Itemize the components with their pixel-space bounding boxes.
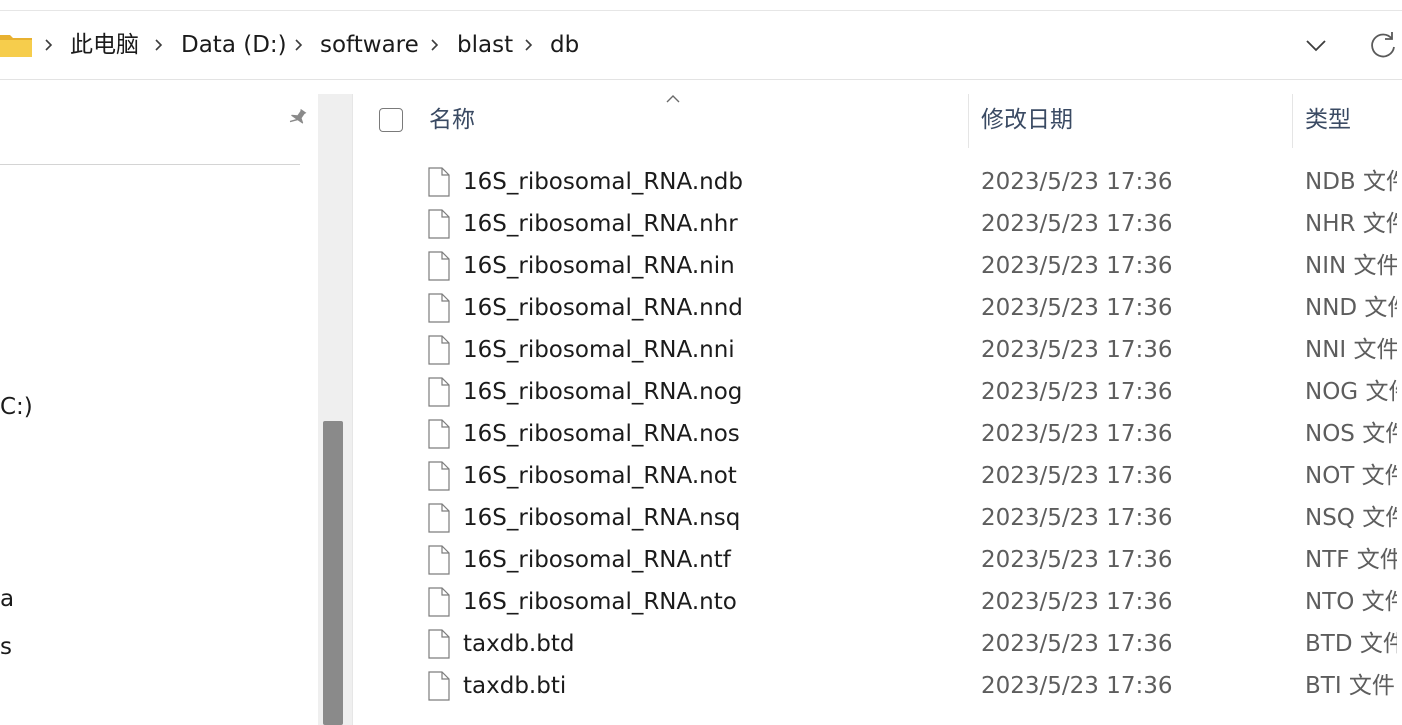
file-icon <box>428 671 450 701</box>
file-modified-date: 2023/5/23 17:36 <box>981 379 1173 405</box>
file-name[interactable]: 16S_ribosomal_RNA.nhr <box>463 208 738 240</box>
refresh-icon[interactable] <box>1363 25 1402 65</box>
file-row[interactable]: taxdb.bti 2023/5/23 17:36 BTI 文件 <box>353 665 1402 707</box>
file-name[interactable]: taxdb.bti <box>463 670 566 702</box>
file-name[interactable]: 16S_ribosomal_RNA.nog <box>463 376 742 408</box>
file-row[interactable]: 16S_ribosomal_RNA.nos 2023/5/23 17:36 NOS … <box>353 413 1402 455</box>
file-name[interactable]: 16S_ribosomal_RNA.nsq <box>463 502 740 534</box>
chevron-right-icon[interactable] <box>292 30 306 60</box>
file-type: BTD 文件 <box>1305 631 1402 657</box>
file-row[interactable]: 16S_ribosomal_RNA.ndb 2023/5/23 17:36 NDB … <box>353 161 1402 203</box>
column-header-name[interactable]: 名称 <box>429 104 475 136</box>
file-row[interactable]: 16S_ribosomal_RNA.nhr 2023/5/23 17:36 NHR … <box>353 203 1402 245</box>
file-type: NND 文件 <box>1305 295 1402 321</box>
file-name[interactable]: 16S_ribosomal_RNA.nos <box>463 418 740 450</box>
file-icon <box>428 335 450 365</box>
file-modified-date: 2023/5/23 17:36 <box>981 169 1173 195</box>
file-icon <box>428 167 450 197</box>
file-icon <box>428 419 450 449</box>
file-modified-date: 2023/5/23 17:36 <box>981 505 1173 531</box>
breadcrumb-data-drive[interactable]: Data (D:) <box>181 30 287 60</box>
select-all-checkbox[interactable] <box>379 108 403 132</box>
chevron-right-icon[interactable] <box>42 30 56 60</box>
file-icon <box>428 587 450 617</box>
file-type: NTO 文件 <box>1305 589 1402 615</box>
file-type: NTF 文件 <box>1305 547 1402 573</box>
nav-scrollbar-thumb[interactable] <box>323 421 343 725</box>
column-header: 名称 修改日期 类型 <box>353 94 1402 148</box>
chevron-right-icon[interactable] <box>522 30 536 60</box>
file-row[interactable]: 16S_ribosomal_RNA.nsq 2023/5/23 17:36 NSQ … <box>353 497 1402 539</box>
column-separator[interactable] <box>968 94 969 148</box>
breadcrumb-db[interactable]: db <box>550 30 579 60</box>
window-top-edge <box>0 0 1402 11</box>
breadcrumb-blast[interactable]: blast <box>457 30 513 60</box>
file-type: NSQ 文件 <box>1305 505 1402 531</box>
file-name[interactable]: 16S_ribosomal_RNA.nni <box>463 334 735 366</box>
address-bar[interactable]: 此电脑 Data (D:) software blast db <box>0 11 1402 80</box>
file-icon <box>428 545 450 575</box>
file-type: NNI 文件 <box>1305 337 1400 363</box>
file-modified-date: 2023/5/23 17:36 <box>981 253 1173 279</box>
file-row[interactable]: 16S_ribosomal_RNA.nni 2023/5/23 17:36 NNI … <box>353 329 1402 371</box>
file-type: NOT 文件 <box>1305 463 1402 489</box>
breadcrumb-software[interactable]: software <box>320 30 419 60</box>
file-icon <box>428 629 450 659</box>
chevron-down-icon[interactable] <box>1296 25 1336 65</box>
nav-divider <box>0 164 300 165</box>
file-modified-date: 2023/5/23 17:36 <box>981 295 1173 321</box>
file-icon <box>428 209 450 239</box>
sort-caret-icon <box>666 95 680 103</box>
file-name[interactable]: taxdb.btd <box>463 628 574 660</box>
file-modified-date: 2023/5/23 17:36 <box>981 337 1173 363</box>
file-icon <box>428 377 450 407</box>
file-row[interactable]: 16S_ribosomal_RNA.ntf 2023/5/23 17:36 NTF … <box>353 539 1402 581</box>
file-type: BTI 文件 <box>1305 673 1395 699</box>
pin-icon[interactable] <box>286 106 310 130</box>
navigation-pane: C:) a s <box>0 94 318 725</box>
window-right-edge <box>1397 94 1402 725</box>
nav-item-drive-c[interactable]: C:) <box>0 392 33 422</box>
file-type: NOG 文件 <box>1305 379 1402 405</box>
column-header-type[interactable]: 类型 <box>1305 104 1351 136</box>
file-name[interactable]: 16S_ribosomal_RNA.ntf <box>463 544 731 576</box>
chevron-right-icon[interactable] <box>428 30 442 60</box>
file-name[interactable]: 16S_ribosomal_RNA.nin <box>463 250 735 282</box>
chevron-right-icon[interactable] <box>152 30 166 60</box>
file-type: NDB 文件 <box>1305 169 1402 195</box>
file-modified-date: 2023/5/23 17:36 <box>981 463 1173 489</box>
file-name[interactable]: 16S_ribosomal_RNA.not <box>463 460 737 492</box>
file-type: NOS 文件 <box>1305 421 1402 447</box>
file-name[interactable]: 16S_ribosomal_RNA.ndb <box>463 166 743 198</box>
file-icon <box>428 461 450 491</box>
file-modified-date: 2023/5/23 17:36 <box>981 211 1173 237</box>
file-type: NIN 文件 <box>1305 253 1400 279</box>
file-name[interactable]: 16S_ribosomal_RNA.nto <box>463 586 737 618</box>
file-row[interactable]: taxdb.btd 2023/5/23 17:36 BTD 文件 <box>353 623 1402 665</box>
file-row[interactable]: 16S_ribosomal_RNA.not 2023/5/23 17:36 NOT … <box>353 455 1402 497</box>
column-separator[interactable] <box>1292 94 1293 148</box>
file-row[interactable]: 16S_ribosomal_RNA.nog 2023/5/23 17:36 NOG … <box>353 371 1402 413</box>
file-icon <box>428 293 450 323</box>
breadcrumb-this-pc[interactable]: 此电脑 <box>70 30 139 60</box>
file-row[interactable]: 16S_ribosomal_RNA.nto 2023/5/23 17:36 NTO … <box>353 581 1402 623</box>
file-icon <box>428 503 450 533</box>
file-modified-date: 2023/5/23 17:36 <box>981 589 1173 615</box>
file-modified-date: 2023/5/23 17:36 <box>981 673 1173 699</box>
folder-icon <box>0 35 32 57</box>
column-header-modified[interactable]: 修改日期 <box>981 104 1073 136</box>
file-row[interactable]: 16S_ribosomal_RNA.nin 2023/5/23 17:36 NIN … <box>353 245 1402 287</box>
file-modified-date: 2023/5/23 17:36 <box>981 547 1173 573</box>
file-icon <box>428 251 450 281</box>
nav-item[interactable]: s <box>0 632 12 662</box>
file-row[interactable]: 16S_ribosomal_RNA.nnd 2023/5/23 17:36 NND … <box>353 287 1402 329</box>
file-type: NHR 文件 <box>1305 211 1402 237</box>
file-name[interactable]: 16S_ribosomal_RNA.nnd <box>463 292 743 324</box>
file-modified-date: 2023/5/23 17:36 <box>981 631 1173 657</box>
file-modified-date: 2023/5/23 17:36 <box>981 421 1173 447</box>
nav-item[interactable]: a <box>0 584 14 614</box>
